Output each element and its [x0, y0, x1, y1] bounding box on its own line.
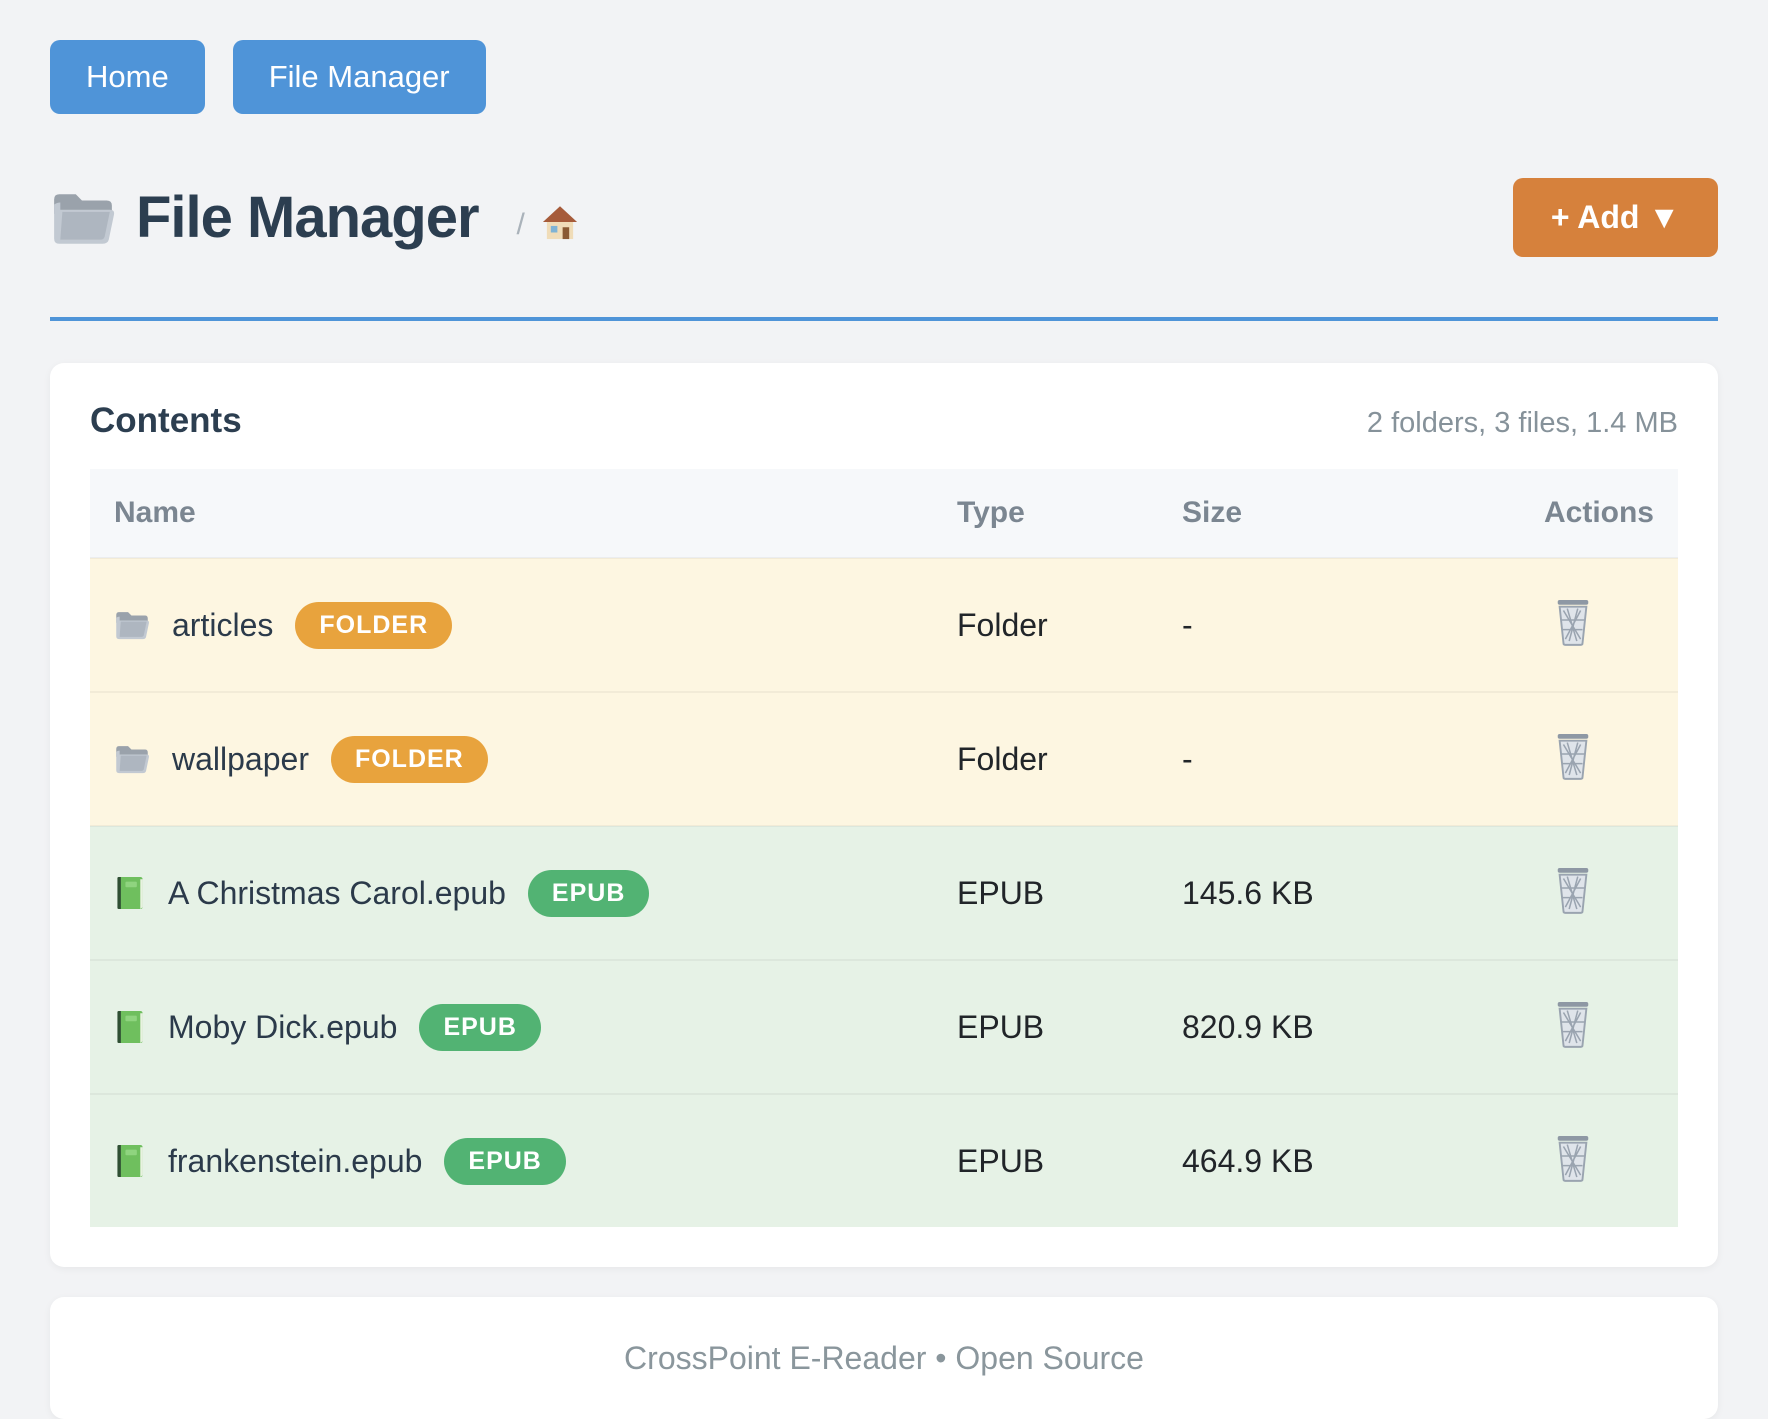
contents-summary: 2 folders, 3 files, 1.4 MB: [1367, 407, 1678, 440]
file-name[interactable]: articles: [172, 607, 273, 644]
trash-icon: [1552, 1036, 1594, 1051]
file-type: EPUB: [933, 826, 1158, 960]
file-size: 464.9 KB: [1158, 1094, 1408, 1227]
table-row[interactable]: wallpaper FOLDER Folder -: [90, 692, 1678, 826]
home-icon[interactable]: [539, 202, 581, 247]
column-header-size: Size: [1158, 469, 1408, 558]
book-icon: [114, 1142, 146, 1180]
home-nav-button[interactable]: Home: [50, 40, 205, 114]
table-header-row: Name Type Size Actions: [90, 469, 1678, 558]
contents-heading: Contents: [90, 401, 242, 441]
file-name[interactable]: frankenstein.epub: [168, 1143, 422, 1180]
folder-icon: [50, 189, 116, 247]
file-type: Folder: [933, 692, 1158, 826]
delete-button[interactable]: [1552, 1132, 1594, 1182]
book-icon: [114, 874, 146, 912]
contents-card: Contents 2 folders, 3 files, 1.4 MB Name…: [50, 363, 1718, 1267]
book-icon: [114, 1008, 146, 1046]
type-badge: FOLDER: [295, 602, 452, 649]
type-badge: EPUB: [528, 870, 649, 917]
table-row[interactable]: articles FOLDER Folder -: [90, 558, 1678, 692]
file-size: -: [1158, 558, 1408, 692]
trash-icon: [1552, 1170, 1594, 1185]
file-name[interactable]: wallpaper: [172, 741, 309, 778]
table-row[interactable]: Moby Dick.epub EPUB EPUB 820.9 KB: [90, 960, 1678, 1094]
breadcrumb: /: [517, 202, 581, 247]
page-title: File Manager: [136, 184, 479, 251]
type-badge: EPUB: [419, 1004, 540, 1051]
delete-button[interactable]: [1552, 998, 1594, 1048]
table-row[interactable]: A Christmas Carol.epub EPUB EPUB 145.6 K…: [90, 826, 1678, 960]
type-badge: FOLDER: [331, 736, 488, 783]
file-table: Name Type Size Actions articles FOLDER F…: [90, 469, 1678, 1227]
delete-button[interactable]: [1552, 864, 1594, 914]
file-size: -: [1158, 692, 1408, 826]
folder-icon: [114, 609, 150, 641]
file-size: 820.9 KB: [1158, 960, 1408, 1094]
page-header: File Manager / + Add ▼: [50, 178, 1718, 257]
column-header-name: Name: [90, 469, 933, 558]
trash-icon: [1552, 902, 1594, 917]
page: Home File Manager File Manager / + Add ▼…: [0, 0, 1768, 1419]
delete-button[interactable]: [1552, 730, 1594, 780]
trash-icon: [1552, 634, 1594, 649]
file-manager-nav-button[interactable]: File Manager: [233, 40, 486, 114]
column-header-type: Type: [933, 469, 1158, 558]
breadcrumb-separator: /: [517, 208, 525, 242]
trash-icon: [1552, 768, 1594, 783]
footer-text: CrossPoint E-Reader • Open Source: [624, 1340, 1144, 1377]
add-button[interactable]: + Add ▼: [1513, 178, 1718, 257]
file-type: EPUB: [933, 1094, 1158, 1227]
file-type: EPUB: [933, 960, 1158, 1094]
folder-icon: [114, 743, 150, 775]
file-name[interactable]: Moby Dick.epub: [168, 1009, 397, 1046]
file-type: Folder: [933, 558, 1158, 692]
accent-divider: [50, 317, 1718, 321]
column-header-actions: Actions: [1408, 469, 1678, 558]
file-name[interactable]: A Christmas Carol.epub: [168, 875, 506, 912]
file-size: 145.6 KB: [1158, 826, 1408, 960]
footer: CrossPoint E-Reader • Open Source: [50, 1297, 1718, 1419]
table-row[interactable]: frankenstein.epub EPUB EPUB 464.9 KB: [90, 1094, 1678, 1227]
delete-button[interactable]: [1552, 596, 1594, 646]
top-nav: Home File Manager: [50, 40, 1718, 114]
type-badge: EPUB: [444, 1138, 565, 1185]
